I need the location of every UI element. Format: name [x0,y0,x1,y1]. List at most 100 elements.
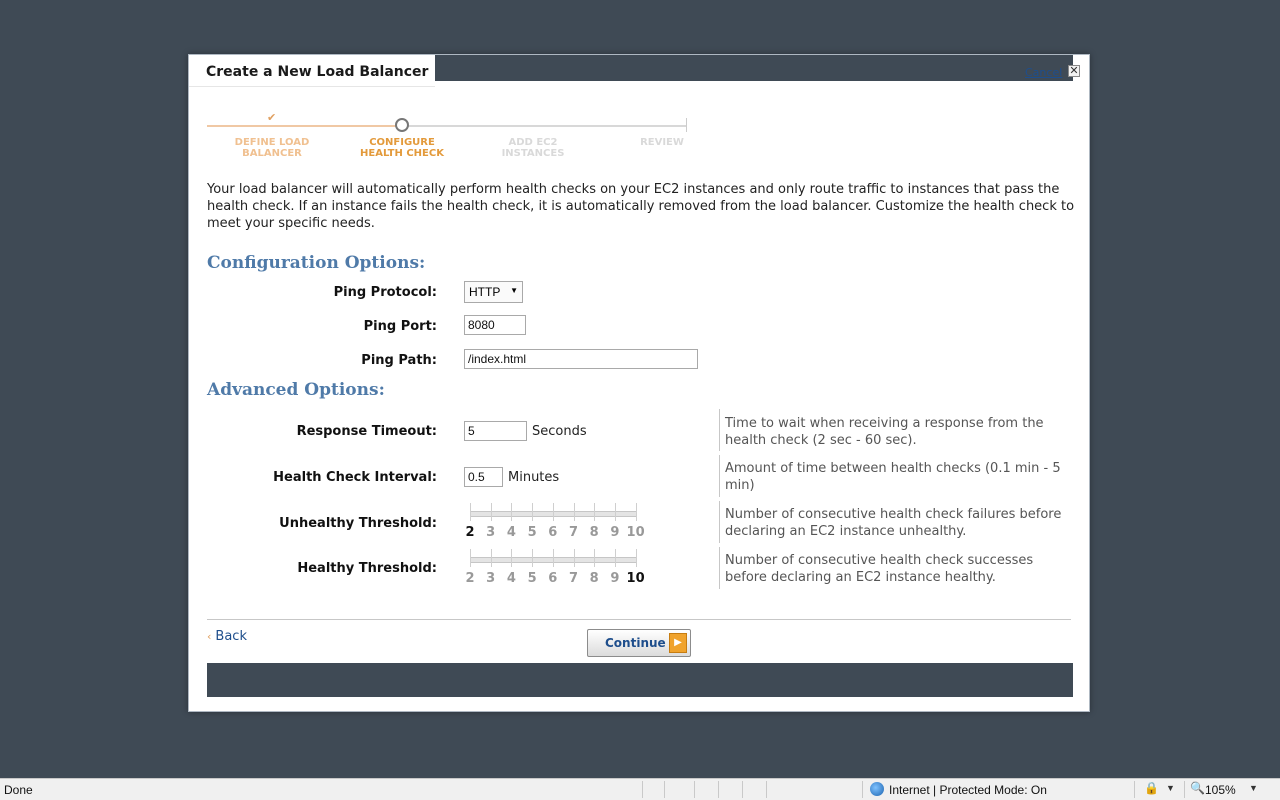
chevron-down-icon[interactable]: ▼ [1166,783,1175,793]
intro-text: Your load balancer will automatically pe… [207,182,1075,231]
unhealthy-threshold-slider[interactable]: 2 3 4 5 6 7 8 9 10 [465,503,648,543]
slider-tick [594,549,596,567]
slider-tick-label[interactable]: 6 [548,571,557,586]
zoom-icon[interactable]: 🔍 [1190,781,1205,795]
status-separator [862,781,863,798]
health-check-interval-unit: Minutes [508,470,560,485]
unhealthy-threshold-label: Unhealthy Threshold: [279,516,437,531]
slider-tick-label[interactable]: 9 [610,525,619,540]
browser-status-bar: Done Internet | Protected Mode: On 🔒 ▼ 🔍… [0,778,1280,800]
slider-tick-label[interactable]: 8 [590,525,599,540]
slider-tick [490,549,492,567]
help-divider [719,409,720,451]
unhealthy-threshold-help: Number of consecutive health check failu… [725,507,1062,539]
security-zone[interactable]: Internet | Protected Mode: On [889,783,1047,797]
status-separator [1184,781,1185,798]
response-timeout-input[interactable] [464,421,527,441]
step-progress-end [686,118,687,132]
current-step-indicator [395,118,409,132]
status-separator [766,781,767,798]
slider-tick-label[interactable]: 2 [465,571,474,586]
healthy-threshold-slider[interactable]: 2 3 4 5 6 7 8 9 10 [465,549,648,589]
slider-tick [511,503,513,521]
cancel-link[interactable]: Cancel [1025,66,1062,79]
dialog-footer-bar [207,663,1073,697]
ping-port-label: Ping Port: [363,319,437,334]
slider-tick [573,549,575,567]
back-link[interactable]: ‹ Back [207,629,247,644]
globe-icon [870,782,884,796]
zoom-level[interactable]: 105% [1205,783,1236,797]
wizard-steps: ✔ DEFINE LOAD BALANCER CONFIGURE HEALTH … [207,111,707,171]
slider-tick [511,549,513,567]
help-divider [719,547,720,589]
slider-tick [532,549,534,567]
step-progress-pending [403,125,687,127]
help-divider [719,501,720,543]
slider-tick-label[interactable]: 4 [507,525,516,540]
slider-tick-label[interactable]: 10 [627,525,645,540]
healthy-threshold-help: Number of consecutive health check succe… [725,553,1034,585]
dialog-title-tab: Create a New Load Balancer [189,55,435,87]
chevron-left-icon: ‹ [207,630,212,643]
slider-tick [490,503,492,521]
slider-tick-label[interactable]: 7 [569,571,578,586]
status-separator [1134,781,1135,798]
slider-tick-label[interactable]: 10 [627,571,645,586]
step-done-check-icon: ✔ [267,111,277,124]
slider-tick-label[interactable]: 5 [528,571,537,586]
health-check-interval-input[interactable] [464,467,503,487]
slider-tick-label[interactable]: 6 [548,525,557,540]
ping-protocol-label: Ping Protocol: [333,285,437,300]
slider-tick [573,503,575,521]
slider-tick-label[interactable]: 7 [569,525,578,540]
healthy-threshold-label: Healthy Threshold: [297,561,437,576]
response-timeout-help: Time to wait when receiving a response f… [725,416,1044,448]
step-define-load-balancer: DEFINE LOAD BALANCER [234,137,310,159]
step-progress-done [207,125,403,127]
step-configure-health-check: CONFIGURE HEALTH CHECK [360,137,444,159]
configuration-options-title: Configuration Options: [207,253,426,273]
slider-tick-label[interactable]: 9 [610,571,619,586]
slider-tick-label[interactable]: 8 [590,571,599,586]
arrow-right-icon: ▶ [669,633,687,653]
ping-path-label: Ping Path: [361,353,437,368]
slider-tick [552,503,554,521]
slider-tick-label[interactable]: 5 [528,525,537,540]
ping-path-input[interactable] [464,349,698,369]
slider-tick [635,503,637,521]
slider-tick [470,549,471,567]
response-timeout-unit: Seconds [532,424,587,439]
status-text: Done [4,783,33,797]
status-separator [742,781,743,798]
status-separator [694,781,695,798]
advanced-options-title: Advanced Options: [207,380,385,400]
help-divider [719,455,720,497]
health-check-interval-label: Health Check Interval: [273,470,437,485]
slider-tick [552,549,554,567]
slider-tick-label[interactable]: 3 [486,571,495,586]
slider-tick [614,549,616,567]
ping-protocol-select[interactable]: HTTP ▼ [464,281,523,303]
footer-divider [207,619,1071,620]
continue-button[interactable]: Continue ▶ [587,629,691,657]
status-separator [664,781,665,798]
slider-tick-label[interactable]: 4 [507,571,516,586]
back-label: Back [215,629,247,644]
slider-tick-label[interactable]: 3 [486,525,495,540]
close-icon[interactable]: ✕ [1068,65,1080,77]
chevron-down-icon[interactable]: ▼ [1249,783,1258,793]
ping-protocol-value: HTTP [469,285,501,299]
ping-port-input[interactable] [464,315,526,335]
protected-mode-icon[interactable]: 🔒 [1144,781,1159,795]
chevron-down-icon: ▼ [510,286,518,295]
slider-tick [594,503,596,521]
status-separator [642,781,643,798]
health-check-interval-help: Amount of time between health checks (0.… [725,461,1061,493]
slider-tick-label[interactable]: 2 [465,525,474,540]
status-separator [718,781,719,798]
continue-label: Continue [605,636,666,650]
response-timeout-label: Response Timeout: [296,424,437,439]
step-review: REVIEW [640,137,684,148]
slider-tick [470,503,471,521]
